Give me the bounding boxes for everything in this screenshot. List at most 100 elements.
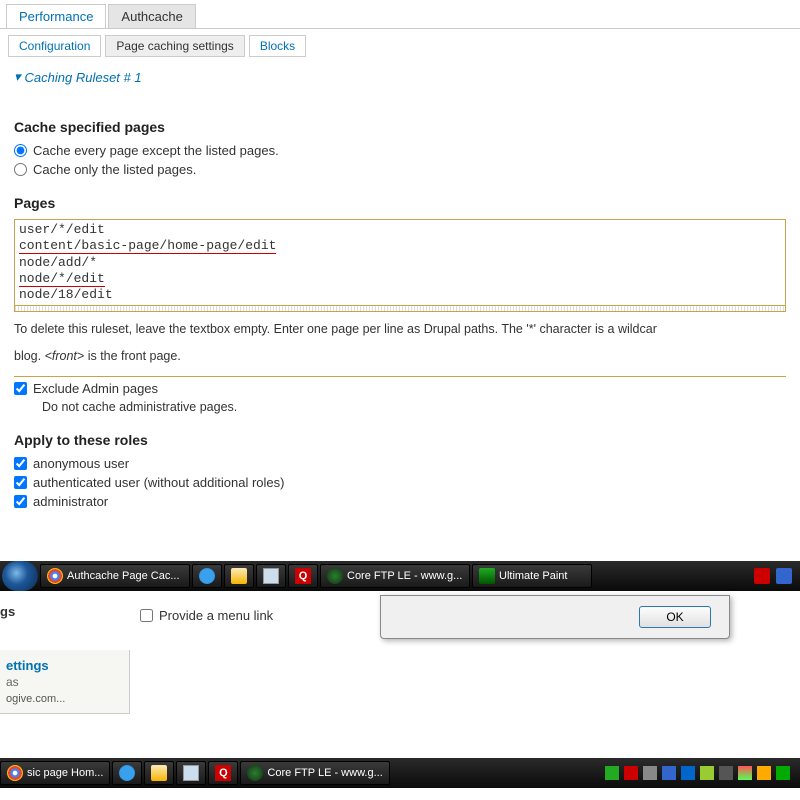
radio-only-row[interactable]: Cache only the listed pages. [14,162,786,177]
exclude-admin-label: Exclude Admin pages [33,381,158,396]
role-admin-label: administrator [33,494,108,509]
globe-icon [327,568,343,584]
primary-tabs: Performance Authcache [0,0,800,28]
ie-icon [199,568,215,584]
checkbox-exclude-admin[interactable] [14,382,27,395]
checkbox-role-admin[interactable] [14,495,27,508]
folder-icon [231,568,247,584]
tray-green-icon[interactable] [605,766,619,780]
settings-sidebar: ettings as ogive.com... [0,650,130,714]
radio-cache-only[interactable] [14,163,27,176]
chrome-icon [7,765,23,781]
task-authcache-label: Authcache Page Cac... [67,570,180,582]
pages-line-2: content/basic-page/home-page/edit [19,238,781,254]
task-ultimatepaint-label: Ultimate Paint [499,570,567,582]
pages-line-1: user/*/edit [19,222,781,238]
subtab-blocks[interactable]: Blocks [249,35,306,57]
tray-blue2-icon[interactable] [681,766,695,780]
caret-down-icon: ▾ [14,69,21,85]
ruleset-legend-text: Caching Ruleset # 1 [25,70,142,85]
taskbar-upper: Authcache Page Cac... Q Core FTP LE - ww… [0,561,800,591]
chrome-icon [47,568,63,584]
pages-line-4: node/*/edit [19,271,781,287]
task-calc-lower[interactable] [176,761,206,785]
task-explorer[interactable] [224,564,254,588]
task-ultimatepaint[interactable]: Ultimate Paint [472,564,592,588]
task-explorer-lower[interactable] [144,761,174,785]
tab-authcache[interactable]: Authcache [108,4,195,28]
task-ie-lower[interactable] [112,761,142,785]
paint-icon [479,568,495,584]
tray-upper [754,568,796,584]
quicken-icon: Q [215,765,231,781]
textarea-resize-grip[interactable] [14,306,786,312]
role-anon-row[interactable]: anonymous user [14,456,786,471]
task-coreftp-lower-label: Core FTP LE - www.g... [267,767,382,779]
pages-title: Pages [14,195,786,211]
role-auth-row[interactable]: authenticated user (without additional r… [14,475,786,490]
subtab-configuration[interactable]: Configuration [8,35,101,57]
pages-help-2: blog. <front> is the front page. [14,347,786,366]
calculator-icon [263,568,279,584]
tray-excel-icon[interactable] [776,766,790,780]
ruleset-content: Cache specified pages Cache every page e… [0,91,800,523]
task-quicken-lower[interactable]: Q [208,761,238,785]
ruleset-legend[interactable]: ▾ Caching Ruleset # 1 [0,63,800,91]
folder-icon [151,765,167,781]
tray-lower [605,766,796,780]
gs-label: gs [0,604,15,619]
task-calc[interactable] [256,564,286,588]
checkbox-menu-link[interactable] [140,609,153,622]
menu-link-row[interactable]: Provide a menu link [140,608,273,623]
taskbar-lower: sic page Hom... Q Core FTP LE - www.g... [0,758,800,788]
role-anon-label: anonymous user [33,456,129,471]
task-authcache[interactable]: Authcache Page Cac... [40,564,190,588]
role-admin-row[interactable]: administrator [14,494,786,509]
radio-cache-except[interactable] [14,144,27,157]
task-basicpage[interactable]: sic page Hom... [0,761,110,785]
task-basicpage-label: sic page Hom... [27,767,103,779]
task-ie[interactable] [192,564,222,588]
ie-icon [119,765,135,781]
tray-lime-icon[interactable] [700,766,714,780]
divider [14,376,786,377]
pages-line-5: node/18/edit [19,287,781,303]
exclude-admin-desc: Do not cache administrative pages. [42,400,786,414]
dialog-footer: OK [380,595,730,639]
subtab-page-caching[interactable]: Page caching settings [105,35,244,57]
role-auth-label: authenticated user (without additional r… [33,475,284,490]
task-quicken[interactable]: Q [288,564,318,588]
roles-title: Apply to these roles [14,432,786,448]
checkbox-role-anon[interactable] [14,457,27,470]
tray-orange-icon[interactable] [757,766,771,780]
tray-blue-icon[interactable] [662,766,676,780]
radio-except-row[interactable]: Cache every page except the listed pages… [14,143,786,158]
radio-cache-only-label: Cache only the listed pages. [33,162,196,177]
tray-blue-icon[interactable] [776,568,792,584]
quicken-icon: Q [295,568,311,584]
tray-red-icon[interactable] [624,766,638,780]
radio-cache-except-label: Cache every page except the listed pages… [33,143,279,158]
task-coreftp-label: Core FTP LE - www.g... [347,570,462,582]
exclude-admin-row[interactable]: Exclude Admin pages [14,381,786,396]
pages-line-3: node/add/* [19,255,781,271]
secondary-tabs: Configuration Page caching settings Bloc… [0,28,800,63]
tray-dark-icon[interactable] [719,766,733,780]
pages-help-1: To delete this ruleset, leave the textbo… [14,320,786,339]
checkbox-role-auth[interactable] [14,476,27,489]
calculator-icon [183,765,199,781]
task-coreftp[interactable]: Core FTP LE - www.g... [320,564,470,588]
tray-multi-icon[interactable] [738,766,752,780]
tray-red-icon[interactable] [754,568,770,584]
ok-button[interactable]: OK [639,606,711,628]
settings-alias[interactable]: as [6,675,123,689]
task-coreftp-lower[interactable]: Core FTP LE - www.g... [240,761,390,785]
tray-gray-icon[interactable] [643,766,657,780]
pages-textarea[interactable]: user/*/edit content/basic-page/home-page… [14,219,786,306]
globe-icon [247,765,263,781]
menu-link-label: Provide a menu link [159,608,273,623]
settings-title[interactable]: ettings [6,658,123,673]
tab-performance[interactable]: Performance [6,4,106,28]
start-button[interactable] [2,561,38,591]
cache-pages-title: Cache specified pages [14,119,786,135]
